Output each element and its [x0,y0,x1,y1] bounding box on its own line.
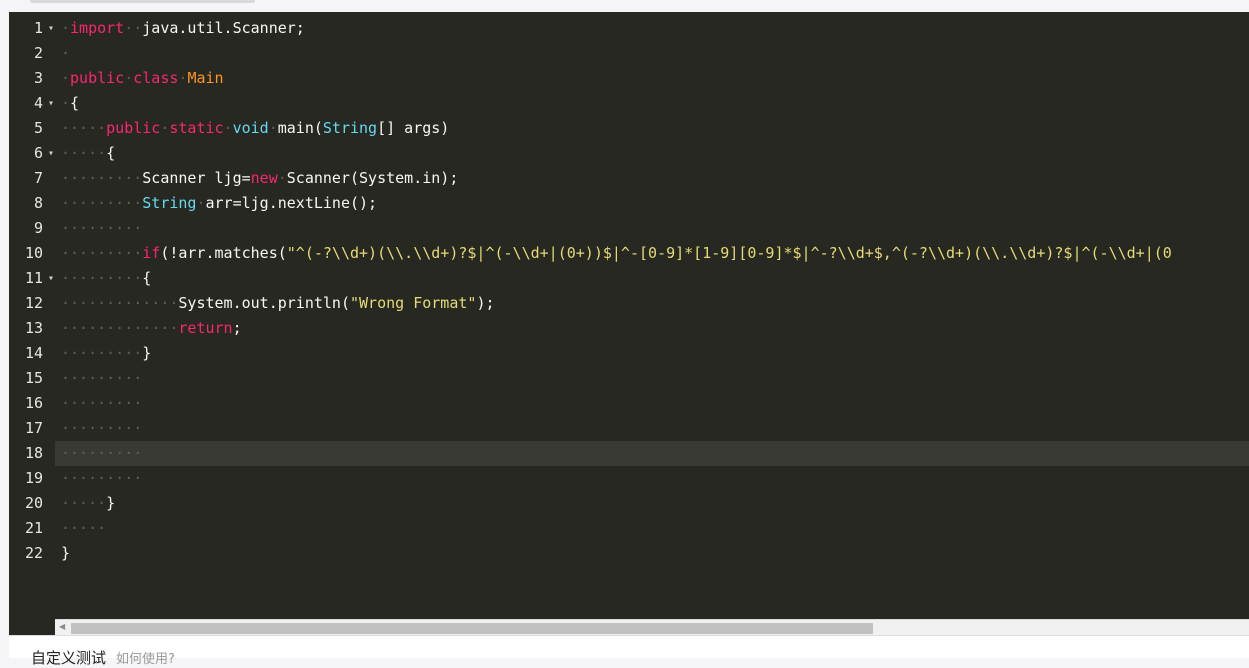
line-number: 13 [24,319,43,337]
code-line[interactable]: ·············return; [55,316,1249,341]
code-line[interactable]: ·········Scanner ljg=new·Scanner(System.… [55,166,1249,191]
fold-arrow-icon[interactable]: ▾ [48,91,54,116]
code-line[interactable]: ·········String·arr=ljg.nextLine(); [55,191,1249,216]
line-number: 15 [24,369,43,387]
custom-test-section: 自定义测试 如何使用? [9,635,1249,667]
line-number: 16 [24,394,43,412]
code-line[interactable]: ·············System.out.println("Wrong F… [55,291,1249,316]
code-line[interactable]: } [55,541,1249,566]
fold-arrow-icon[interactable]: ▾ [48,141,54,166]
line-number: 10 [24,244,43,262]
code-line[interactable]: ·········if(!arr.matches("^(-?\\d+)(\\.\… [55,241,1249,266]
line-number: 18 [24,444,43,462]
code-line[interactable]: ·{ [55,91,1249,116]
custom-test-title: 自定义测试 [31,649,107,667]
how-to-use-link[interactable]: 如何使用? [116,652,175,667]
line-number: 4 ▾ [9,91,55,116]
code-line-active[interactable]: ········· [55,441,1249,466]
code-line[interactable]: ·public·class·Main [55,66,1249,91]
code-line[interactable]: ·····} [55,491,1249,516]
line-number-gutter: 1 ▾ 2 3 4 ▾ 5 6 ▾ 7 8 9 10 11 ▾ 12 13 14 15 … [9,16,55,566]
code-line[interactable]: ·····public·static·void·main(String[] ar… [55,116,1249,141]
line-number: 1 ▾ [9,16,55,41]
line-number: 7 [33,169,43,187]
fold-arrow-icon[interactable]: ▾ [48,266,54,291]
scroll-left-arrow-icon[interactable]: ◀ [59,622,65,631]
line-number: 17 [24,419,43,437]
line-number: 14 [24,344,43,362]
code-line[interactable]: ········· [55,416,1249,441]
line-number: 5 [33,119,43,137]
custom-test-header: 自定义测试 如何使用? [31,647,175,668]
code-line[interactable]: ········· [55,216,1249,241]
code-line[interactable]: ·····{ [55,141,1249,166]
code-line[interactable]: ········· [55,366,1249,391]
code-area[interactable]: ·import··java.util.Scanner; · ·public·cl… [55,16,1249,566]
line-number: 11 ▾ [9,266,55,291]
line-number: 8 [33,194,43,212]
code-line[interactable]: ·········{ [55,266,1249,291]
line-number: 22 [24,544,43,562]
code-line[interactable]: ········· [55,391,1249,416]
top-bar [0,0,1249,12]
top-tab[interactable] [30,0,255,3]
code-line[interactable]: · [55,41,1249,66]
line-number: 20 [24,494,43,512]
code-line[interactable]: ····· [55,516,1249,541]
horizontal-scrollbar[interactable]: ◀ [55,619,1249,635]
code-line[interactable]: ·import··java.util.Scanner; [55,16,1249,41]
code-line[interactable]: ········· [55,466,1249,491]
code-line[interactable]: ·········} [55,341,1249,366]
line-number: 19 [24,469,43,487]
line-number: 21 [24,519,43,537]
line-number: 3 [33,69,43,87]
line-number: 9 [33,219,43,237]
line-number: 6 ▾ [9,141,55,166]
line-number: 2 [33,44,43,62]
line-number: 12 [24,294,43,312]
fold-arrow-icon[interactable]: ▾ [48,16,54,41]
code-editor[interactable]: 1 ▾ 2 3 4 ▾ 5 6 ▾ 7 8 9 10 11 ▾ 12 13 14 15 … [9,12,1249,635]
scrollbar-thumb[interactable] [71,623,873,634]
